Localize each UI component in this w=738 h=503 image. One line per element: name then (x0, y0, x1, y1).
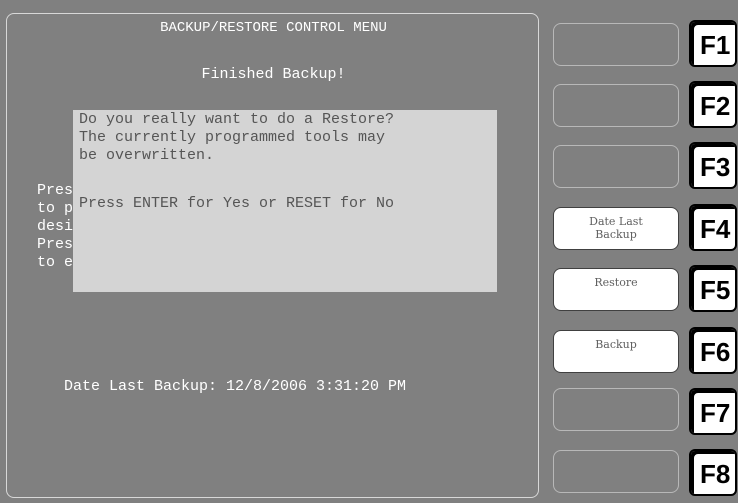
softkey-3-button[interactable] (553, 145, 679, 188)
restore-button[interactable]: Restore (553, 268, 679, 311)
dialog-line: The currently programmed tools may (79, 129, 386, 146)
softkey-8-button[interactable] (553, 450, 679, 493)
f1-key-label: F1 (700, 30, 731, 60)
dialog-line: Do you really want to do a Restore? (79, 111, 395, 128)
background-text-line: to p (37, 200, 74, 217)
f6-key[interactable]: F6 (689, 327, 737, 374)
f2-key[interactable]: F2 (689, 81, 737, 128)
date-last-backup-button[interactable]: Date Last Backup (553, 207, 679, 250)
status-message: Finished Backup! (201, 66, 346, 83)
f5-key-label: F5 (700, 275, 731, 305)
dialog-line: be overwritten. (79, 147, 215, 164)
f6-key-label: F6 (700, 337, 731, 367)
f8-key-label: F8 (700, 459, 731, 489)
f5-key[interactable]: F5 (689, 265, 737, 312)
f3-key-label: F3 (700, 152, 731, 182)
f7-key[interactable]: F7 (689, 388, 737, 435)
dialog-prompt: Press ENTER for Yes or RESET for No (79, 195, 395, 212)
f4-key-label: F4 (700, 214, 731, 244)
softkey-2-button[interactable] (553, 84, 679, 127)
background-text-line: Pres (37, 236, 74, 253)
f4-key[interactable]: F4 (689, 204, 737, 251)
softkey-label: Restore (594, 276, 638, 289)
softkey-label: Backup (595, 338, 637, 351)
f1-key[interactable]: F1 (689, 20, 737, 67)
page-title: BACKUP/RESTORE CONTROL MENU (160, 20, 387, 36)
f7-key-label: F7 (700, 398, 731, 428)
softkey-label: Date Last Backup (589, 215, 643, 241)
background-text-line: Pres (37, 182, 74, 199)
restore-confirm-dialog: Do you really want to do a Restore? The … (73, 110, 497, 292)
softkey-7-button[interactable] (553, 388, 679, 431)
f8-key[interactable]: F8 (689, 449, 737, 496)
background-text-line: desi (37, 218, 74, 235)
softkey-1-button[interactable] (553, 23, 679, 66)
backup-button[interactable]: Backup (553, 330, 679, 373)
f3-key[interactable]: F3 (689, 142, 737, 189)
date-last-backup-text: Date Last Backup: 12/8/2006 3:31:20 PM (64, 378, 407, 395)
f2-key-label: F2 (700, 91, 731, 121)
background-text-line: to e (37, 254, 74, 271)
